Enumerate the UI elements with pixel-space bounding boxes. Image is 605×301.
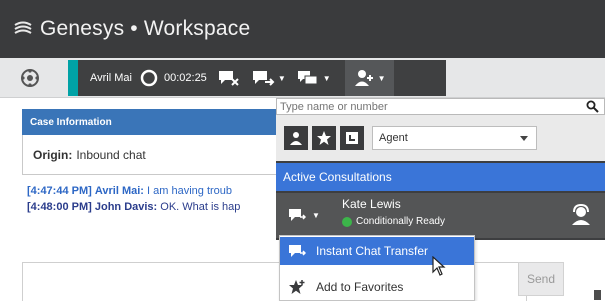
filter-favorites-button[interactable] <box>312 126 336 150</box>
interaction-bar: Avril Mai 00:02:25 ▼ ▼ ▼ <box>68 60 446 96</box>
ready-status-icon <box>342 216 352 227</box>
end-chat-icon <box>218 71 239 86</box>
message-text: OK. What is hap <box>160 201 241 213</box>
app-header: Genesys • Workspace <box>0 0 605 58</box>
interaction-timer: 00:02:25 <box>163 72 207 84</box>
search-icon[interactable] <box>586 100 599 113</box>
type-filter-select[interactable]: Agent <box>372 126 537 150</box>
team-search-input[interactable] <box>277 100 577 113</box>
conference-chat-icon <box>297 71 318 85</box>
send-button[interactable]: Send <box>518 262 564 296</box>
origin-label: Origin: <box>33 147 73 162</box>
consult-button[interactable]: ▼ <box>344 60 394 96</box>
agent-headset-icon <box>572 203 590 225</box>
message-speaker: John Davis: <box>94 201 158 213</box>
menu-item-label: Add to Favorites <box>316 280 404 294</box>
interaction-accent <box>68 60 78 96</box>
message-text: I am having troub <box>147 185 233 197</box>
genesys-logo-icon <box>14 21 32 34</box>
app-title: Genesys • Workspace <box>40 17 251 40</box>
chat-status-icon <box>140 69 158 87</box>
chat-action-icon <box>289 209 306 221</box>
global-menu-button[interactable] <box>18 66 42 90</box>
interaction-party-name[interactable]: Avril Mai <box>90 72 132 84</box>
gear-menu-icon <box>21 69 39 87</box>
scrollbar-thumb[interactable] <box>594 290 601 300</box>
chat-transfer-icon <box>289 245 306 257</box>
team-communicator-dropdown: Agent Active Consultations ▼ Kate Lewis … <box>276 98 605 240</box>
type-filter-value: Agent <box>379 132 408 144</box>
end-chat-button[interactable] <box>217 68 241 88</box>
active-consultations-header: Active Consultations <box>276 163 605 191</box>
team-search-box <box>276 98 605 115</box>
contact-row[interactable]: ▼ Kate Lewis Conditionally Ready <box>276 193 605 238</box>
star-plus-icon <box>289 280 305 294</box>
menu-item-label: Instant Chat Transfer <box>316 244 429 258</box>
message-time: [4:47:44 PM] <box>27 185 92 197</box>
filter-all-button[interactable] <box>284 126 308 150</box>
contact-status-text: Conditionally Ready <box>356 216 445 227</box>
filter-row: Agent <box>276 115 605 161</box>
transfer-dropdown-icon: ▼ <box>277 73 286 83</box>
person-icon <box>290 132 302 145</box>
message-speaker: Avril Mai: <box>94 185 144 197</box>
transcript-line: [4:48:00 PM] John Davis: OK. What is hap <box>27 199 287 215</box>
recent-icon <box>346 132 358 144</box>
contact-status: Conditionally Ready <box>342 216 445 227</box>
chevron-down-icon: ▼ <box>312 210 320 220</box>
contact-name: Kate Lewis <box>342 197 401 211</box>
transfer-chat-button[interactable]: ▼ <box>251 68 286 88</box>
star-icon <box>317 131 331 145</box>
mouse-pointer-icon <box>432 256 446 276</box>
main-toolbar: Avril Mai 00:02:25 ▼ ▼ ▼ <box>0 58 605 98</box>
consult-dropdown-icon: ▼ <box>377 73 386 83</box>
transcript-line: [4:47:44 PM] Avril Mai: I am having trou… <box>27 183 287 199</box>
add-to-favorites-menu-item[interactable]: Add to Favorites <box>280 273 474 301</box>
chat-transcript: [4:47:44 PM] Avril Mai: I am having trou… <box>27 183 287 215</box>
origin-value: Inbound chat <box>76 147 146 162</box>
transfer-chat-icon <box>252 71 275 86</box>
conference-dropdown-icon: ▼ <box>322 73 331 83</box>
chevron-down-icon <box>520 136 528 141</box>
consult-agent-icon <box>354 70 373 86</box>
filter-recent-button[interactable] <box>340 126 364 150</box>
contact-action-menu-button[interactable]: ▼ <box>288 207 320 223</box>
conference-chat-button[interactable]: ▼ <box>296 68 331 88</box>
message-time: [4:48:00 PM] <box>27 201 92 213</box>
